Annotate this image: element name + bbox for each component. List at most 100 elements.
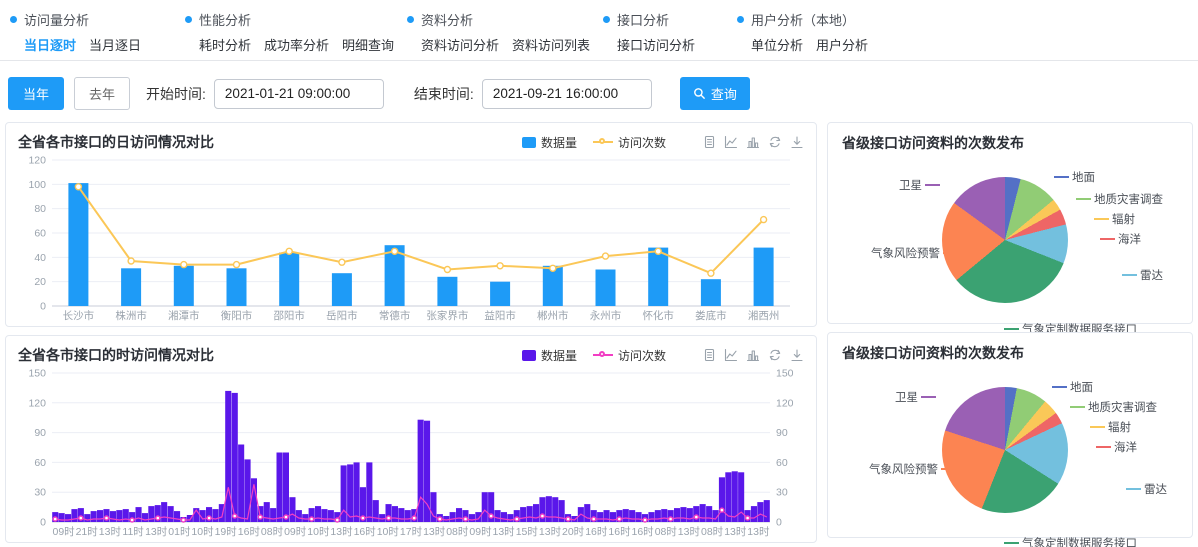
line-marker[interactable] [234, 262, 240, 268]
nav-item-当日逐时[interactable]: 当日逐时 [24, 35, 76, 54]
bar-switch-icon[interactable] [746, 135, 760, 149]
bar[interactable] [527, 506, 533, 522]
bar[interactable] [533, 504, 539, 522]
line-marker[interactable] [284, 515, 288, 519]
bar[interactable] [332, 273, 352, 306]
search-button[interactable]: 查询 [680, 77, 750, 110]
line-marker[interactable] [566, 517, 570, 521]
bar[interactable] [212, 509, 218, 522]
line-marker[interactable] [617, 517, 621, 521]
line-switch-icon[interactable] [724, 348, 738, 362]
end-time-input[interactable] [482, 79, 652, 109]
line-marker[interactable] [387, 516, 391, 520]
nav-item-成功率分析[interactable]: 成功率分析 [264, 35, 329, 54]
bar[interactable] [424, 421, 430, 522]
bar[interactable] [552, 497, 558, 522]
bar[interactable] [174, 266, 194, 306]
bar[interactable] [123, 509, 129, 522]
bar[interactable] [354, 462, 360, 522]
bar[interactable] [507, 514, 513, 522]
bar[interactable] [437, 277, 457, 306]
download-icon[interactable] [790, 348, 804, 362]
bar[interactable] [764, 500, 770, 522]
line-marker[interactable] [444, 267, 450, 273]
bar[interactable] [84, 514, 90, 522]
bar[interactable] [629, 510, 635, 522]
line-switch-icon[interactable] [724, 135, 738, 149]
bar[interactable] [501, 512, 507, 522]
pie-bottom-circle[interactable] [942, 387, 1068, 513]
bar[interactable] [279, 253, 299, 307]
bar-switch-icon[interactable] [746, 348, 760, 362]
data-view-icon[interactable] [702, 348, 716, 362]
bar[interactable] [751, 506, 757, 522]
line-marker[interactable] [412, 516, 416, 520]
bar[interactable] [59, 513, 65, 522]
nav-item-资料访问分析[interactable]: 资料访问分析 [421, 35, 499, 54]
line-marker[interactable] [361, 516, 365, 520]
line-marker[interactable] [79, 516, 83, 520]
bar[interactable] [328, 510, 334, 522]
bar[interactable] [289, 497, 295, 522]
bar[interactable] [623, 509, 629, 522]
line-marker[interactable] [464, 517, 468, 521]
bar[interactable] [270, 508, 276, 522]
bar[interactable] [482, 492, 488, 522]
bar[interactable] [142, 513, 148, 522]
bar[interactable] [571, 516, 577, 522]
line-marker[interactable] [130, 518, 134, 522]
line-marker[interactable] [655, 248, 661, 254]
bar[interactable] [277, 453, 283, 523]
nav-item-用户分析[interactable]: 用户分析 [816, 35, 868, 54]
line-marker[interactable] [694, 515, 698, 519]
bar[interactable] [302, 514, 308, 522]
line-marker[interactable] [550, 265, 556, 271]
line-marker[interactable] [761, 217, 767, 223]
bar[interactable] [110, 511, 116, 522]
line-marker[interactable] [497, 263, 503, 269]
bar[interactable] [732, 471, 738, 522]
legend-item-bar[interactable]: 数据量 [522, 134, 577, 151]
bar[interactable] [475, 512, 481, 522]
download-icon[interactable] [790, 135, 804, 149]
bar[interactable] [225, 391, 231, 522]
bar[interactable] [636, 512, 642, 522]
bar[interactable] [490, 282, 510, 306]
bar[interactable] [661, 509, 667, 522]
bar[interactable] [469, 514, 475, 522]
bar[interactable] [227, 268, 247, 306]
nav-item-接口访问分析[interactable]: 接口访问分析 [617, 35, 695, 54]
line-marker[interactable] [233, 514, 237, 518]
bar[interactable] [674, 508, 680, 522]
bar[interactable] [136, 507, 142, 522]
legend-item-line[interactable]: 访问次数 [593, 134, 666, 151]
bar[interactable] [520, 507, 526, 522]
line-marker[interactable] [643, 518, 647, 522]
pie-top-circle[interactable] [942, 177, 1068, 303]
bar[interactable] [495, 510, 501, 522]
line-marker[interactable] [207, 516, 211, 520]
legend-item-bar[interactable]: 数据量 [522, 347, 577, 364]
bar[interactable] [232, 393, 238, 522]
bar[interactable] [687, 508, 693, 522]
bar[interactable] [398, 508, 404, 522]
line-marker[interactable] [515, 517, 519, 521]
line-marker[interactable] [669, 517, 673, 521]
line-marker[interactable] [258, 515, 262, 519]
bar[interactable] [757, 502, 763, 522]
line-marker[interactable] [603, 253, 609, 259]
last-year-button[interactable]: 去年 [74, 77, 130, 110]
bar[interactable] [655, 510, 661, 522]
bar[interactable] [168, 506, 174, 522]
bar[interactable] [264, 502, 270, 522]
nav-item-耗时分析[interactable]: 耗时分析 [199, 35, 251, 54]
bar[interactable] [719, 477, 725, 522]
bar[interactable] [596, 270, 616, 307]
line-marker[interactable] [181, 518, 185, 522]
bar[interactable] [238, 445, 244, 523]
line-marker[interactable] [128, 258, 134, 264]
line-marker[interactable] [181, 262, 187, 268]
line-marker[interactable] [746, 516, 750, 520]
bar[interactable] [456, 508, 462, 522]
data-view-icon[interactable] [702, 135, 716, 149]
